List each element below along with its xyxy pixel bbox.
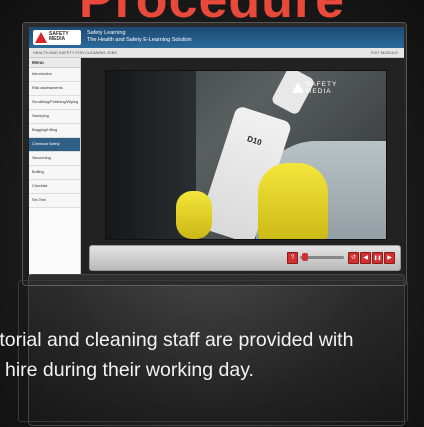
watermark-triangle-icon — [292, 82, 304, 93]
header-title-line2: The Health and Safety E-Learning Solutio… — [87, 37, 192, 43]
menu-item-vacuuming[interactable]: Vacuuming — [29, 152, 80, 166]
bottle-label: D10 — [246, 134, 263, 148]
sidebar-menu: Menu Introduction Risk assessments Scrub… — [29, 58, 81, 275]
elearning-window: SAFETY MEDIA Safety Learning The Health … — [29, 27, 404, 275]
help-button[interactable]: ? — [287, 252, 298, 264]
back-button[interactable]: ◀ — [360, 252, 371, 264]
logo-triangle-icon — [35, 32, 47, 43]
menu-item-bagging-lifting[interactable]: Bagging/Lifting — [29, 124, 80, 138]
caption-line-2: hire during their working day. — [5, 359, 254, 381]
slide-caption: itorial and cleaning staff are provided … — [0, 325, 424, 385]
menu-item-sweeping[interactable]: Sweeping — [29, 110, 80, 124]
menu-item-chemical-safety[interactable]: Chemical Safety — [29, 138, 80, 152]
menu-item-checklist[interactable]: Checklist — [29, 180, 80, 194]
video-player[interactable]: D10 SAFETY MEDIA — [105, 70, 387, 240]
player-controls: ? ↺ ◀ ❚❚ ▶ — [89, 245, 401, 271]
module-title: HEALTH AND SAFETY FOR CLEANING JOBS — [33, 50, 118, 55]
menu-item-buffing[interactable]: Buffing — [29, 166, 80, 180]
module-bar: HEALTH AND SAFETY FOR CLEANING JOBS EXIT… — [29, 48, 404, 58]
exit-module-link[interactable]: EXIT MODULE — [371, 48, 398, 57]
caption-line-1: itorial and cleaning staff are provided … — [0, 329, 354, 351]
video-watermark: SAFETY MEDIA — [292, 81, 346, 95]
header-title: Safety Learning The Health and Safety E-… — [87, 30, 192, 44]
slide-title: Procedure — [78, 0, 346, 29]
volume-slider-knob[interactable] — [302, 253, 308, 261]
pause-button[interactable]: ❚❚ — [372, 252, 383, 264]
app-header: SAFETY MEDIA Safety Learning The Health … — [29, 27, 404, 48]
video-glove — [258, 163, 328, 239]
menu-item-scrubbing[interactable]: Scrubbing/Polishing/Wiping — [29, 96, 80, 110]
menu-item-self-test[interactable]: Sel-Test — [29, 194, 80, 208]
logo-text: SAFETY MEDIA — [49, 31, 69, 42]
menu-heading: Menu — [29, 58, 80, 68]
main-content: D10 SAFETY MEDIA ? ↺ ◀ ❚❚ ▶ — [81, 58, 404, 275]
safety-media-logo: SAFETY MEDIA — [33, 30, 81, 45]
replay-button[interactable]: ↺ — [348, 252, 359, 264]
menu-item-introduction[interactable]: Introduction — [29, 68, 80, 82]
video-glove-left — [176, 191, 212, 239]
menu-item-risk-assessments[interactable]: Risk assessments — [29, 82, 80, 96]
watermark-text: SAFETY MEDIA — [306, 81, 338, 95]
header-title-line1: Safety Learning — [87, 30, 126, 36]
forward-button[interactable]: ▶ — [384, 252, 395, 264]
